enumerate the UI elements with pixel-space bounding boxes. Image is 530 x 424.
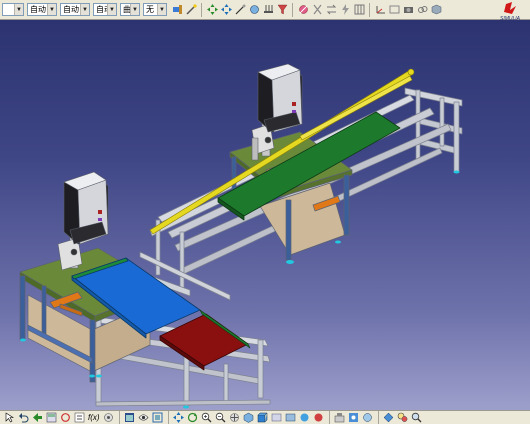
toolbar-separator [377, 411, 379, 424]
layer-select-value: 曲线 [123, 5, 130, 14]
swap-visible-icon[interactable] [285, 412, 297, 424]
arrow-left-icon[interactable] [31, 412, 43, 424]
cube-icon[interactable] [257, 412, 269, 424]
toolbar-separator [118, 411, 120, 424]
top-toolbar: ▼ 自动 ▼ 自动 ▼ 自动 ▼ 曲线 ▼ 无 ▼ [0, 0, 530, 20]
near-red-panel [159, 313, 249, 371]
view-icon[interactable] [138, 412, 150, 424]
list-icon[interactable] [73, 412, 85, 424]
assembly-scene [19, 63, 463, 409]
calc-icon[interactable] [45, 412, 57, 424]
materials-icon[interactable] [313, 412, 325, 424]
chevron-down-icon: ▼ [157, 4, 166, 15]
layout-icon[interactable] [383, 412, 395, 424]
measure-icon[interactable] [234, 4, 246, 16]
pan-icon[interactable] [173, 412, 185, 424]
color-select[interactable]: ▼ [2, 3, 24, 16]
tools-icon[interactable] [334, 412, 346, 424]
chevron-down-icon: ▼ [47, 4, 56, 15]
formula-button[interactable]: f(x) [88, 413, 100, 422]
magic-wand-icon[interactable] [185, 4, 197, 16]
sync-icon[interactable] [59, 412, 71, 424]
toolbar-separator [292, 2, 293, 17]
chevron-down-icon: ▼ [80, 4, 89, 15]
box-icon[interactable] [430, 4, 442, 16]
toolbar-separator [167, 411, 169, 424]
material-select[interactable]: 无 ▼ [143, 3, 167, 16]
brand-logo: SIMULIA [500, 2, 521, 22]
material-select-value: 无 [146, 5, 154, 14]
link-icon[interactable] [416, 4, 428, 16]
axis-icon[interactable] [374, 4, 386, 16]
pan-icon[interactable] [206, 4, 218, 16]
zoom-out-icon[interactable] [215, 412, 227, 424]
thickness-select[interactable]: 自动 ▼ [60, 3, 90, 16]
select-icon[interactable] [3, 412, 15, 424]
section-icon[interactable] [297, 4, 309, 16]
shading-icon[interactable] [299, 412, 311, 424]
snap-icon[interactable] [262, 4, 274, 16]
cut-icon[interactable] [311, 4, 323, 16]
render-icon[interactable] [248, 4, 260, 16]
toolbar-separator [328, 411, 330, 424]
chevron-down-icon: ▼ [130, 4, 139, 15]
chevron-down-icon: ▼ [14, 4, 23, 15]
3d-viewport[interactable] [0, 20, 530, 410]
window-icon[interactable] [124, 412, 136, 424]
zoom-in-icon[interactable] [201, 412, 213, 424]
swap-icon[interactable] [325, 4, 337, 16]
normal-view-icon[interactable] [229, 412, 241, 424]
grid-icon[interactable] [353, 4, 365, 16]
rotate-icon[interactable] [220, 4, 232, 16]
settings-icon[interactable] [348, 412, 360, 424]
bottom-toolbar: f(x) [0, 410, 530, 424]
paint-icon[interactable] [171, 4, 183, 16]
linetype-select-value: 自动 [30, 5, 46, 14]
frame-icon[interactable] [388, 4, 400, 16]
undo-icon[interactable] [17, 412, 29, 424]
hide-icon[interactable] [271, 412, 283, 424]
iso-view-icon[interactable] [243, 412, 255, 424]
layer-select[interactable]: 曲线 ▼ [120, 3, 140, 16]
camera-icon[interactable] [402, 4, 414, 16]
line-weight-select-value: 自动 [96, 5, 107, 14]
scene-icon[interactable] [362, 412, 374, 424]
line-weight-select[interactable]: 自动 ▼ [93, 3, 117, 16]
thickness-select-value: 自动 [63, 5, 79, 14]
rotate-icon[interactable] [187, 412, 199, 424]
toolbar-separator [369, 2, 370, 17]
magnifier-icon[interactable] [411, 412, 423, 424]
chevron-down-icon: ▼ [107, 4, 116, 15]
linetype-select[interactable]: 自动 ▼ [27, 3, 57, 16]
fit-all-icon[interactable] [152, 412, 164, 424]
measure-tape-icon[interactable] [103, 412, 115, 424]
search-icon[interactable] [397, 412, 409, 424]
toolbar-separator [201, 2, 202, 17]
filter-icon[interactable] [276, 4, 288, 16]
bolt-icon[interactable] [339, 4, 351, 16]
